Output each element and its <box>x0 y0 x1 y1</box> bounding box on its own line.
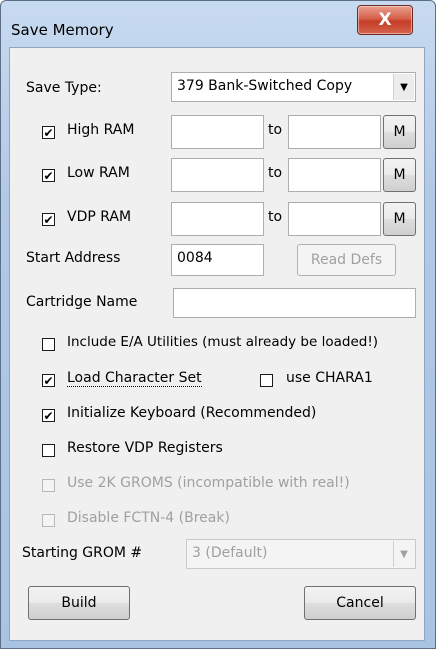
start-address-label: Start Address <box>26 250 121 266</box>
cartridge-name-label: Cartridge Name <box>26 294 138 310</box>
high-ram-label: High RAM <box>67 122 135 138</box>
chevron-down-icon[interactable]: ▼ <box>393 74 414 100</box>
cartridge-name-input[interactable] <box>173 288 416 318</box>
high-ram-m-button[interactable]: M <box>383 115 416 149</box>
low-ram-to-input[interactable] <box>288 158 381 192</box>
vdp-ram-m-button[interactable]: M <box>383 202 416 236</box>
use-2k-groms-checkbox[interactable] <box>42 479 55 492</box>
cancel-button[interactable]: Cancel <box>304 586 416 620</box>
include-ea-label: Include E/A Utilities (must already be l… <box>67 334 379 350</box>
use-chara1-checkbox[interactable] <box>260 374 273 387</box>
starting-grom-label: Starting GROM # <box>22 545 143 561</box>
starting-grom-value: 3 (Default) <box>192 545 268 561</box>
low-ram-label: Low RAM <box>67 165 130 181</box>
high-ram-to-label: to <box>268 122 283 138</box>
restore-vdp-label: Restore VDP Registers <box>67 440 223 456</box>
high-ram-from-input[interactable] <box>171 115 264 149</box>
dialog-body: Save Type: 379 Bank-Switched Copy ▼ ✔ Hi… <box>9 47 425 641</box>
starting-grom-dropdown[interactable]: 3 (Default) ▼ <box>186 539 416 569</box>
title-bar[interactable]: Save Memory X <box>1 1 435 43</box>
disable-fctn4-label: Disable FCTN-4 (Break) <box>67 510 230 526</box>
vdp-ram-to-input[interactable] <box>288 202 381 236</box>
window-title: Save Memory <box>11 21 114 39</box>
build-button[interactable]: Build <box>28 586 130 620</box>
load-charset-label: Load Character Set <box>67 370 202 387</box>
low-ram-from-input[interactable] <box>171 158 264 192</box>
vdp-ram-checkbox[interactable]: ✔ <box>42 213 55 226</box>
use-2k-groms-label: Use 2K GROMS (incompatible with real!) <box>67 475 350 491</box>
start-address-input[interactable]: 0084 <box>171 244 264 276</box>
use-chara1-label: use CHARA1 <box>286 370 373 386</box>
restore-vdp-checkbox[interactable] <box>42 444 55 457</box>
load-charset-checkbox[interactable]: ✔ <box>42 374 55 387</box>
include-ea-checkbox[interactable] <box>42 338 55 351</box>
low-ram-to-label: to <box>268 165 283 181</box>
save-type-label: Save Type: <box>26 80 102 96</box>
close-button[interactable]: X <box>357 5 413 35</box>
high-ram-checkbox[interactable]: ✔ <box>42 126 55 139</box>
close-icon: X <box>378 10 392 30</box>
save-type-dropdown[interactable]: 379 Bank-Switched Copy ▼ <box>171 72 416 102</box>
vdp-ram-from-input[interactable] <box>171 202 264 236</box>
chevron-down-icon[interactable]: ▼ <box>393 541 414 567</box>
vdp-ram-to-label: to <box>268 209 283 225</box>
low-ram-m-button[interactable]: M <box>383 158 416 192</box>
high-ram-to-input[interactable] <box>288 115 381 149</box>
init-keyboard-label: Initialize Keyboard (Recommended) <box>67 405 317 421</box>
init-keyboard-checkbox[interactable]: ✔ <box>42 409 55 422</box>
disable-fctn4-checkbox[interactable] <box>42 514 55 527</box>
read-defs-button[interactable]: Read Defs <box>297 244 396 276</box>
save-type-value: 379 Bank-Switched Copy <box>177 78 353 94</box>
low-ram-checkbox[interactable]: ✔ <box>42 169 55 182</box>
save-memory-dialog: Save Memory X Save Type: 379 Bank-Switch… <box>0 0 436 649</box>
vdp-ram-label: VDP RAM <box>67 209 132 225</box>
